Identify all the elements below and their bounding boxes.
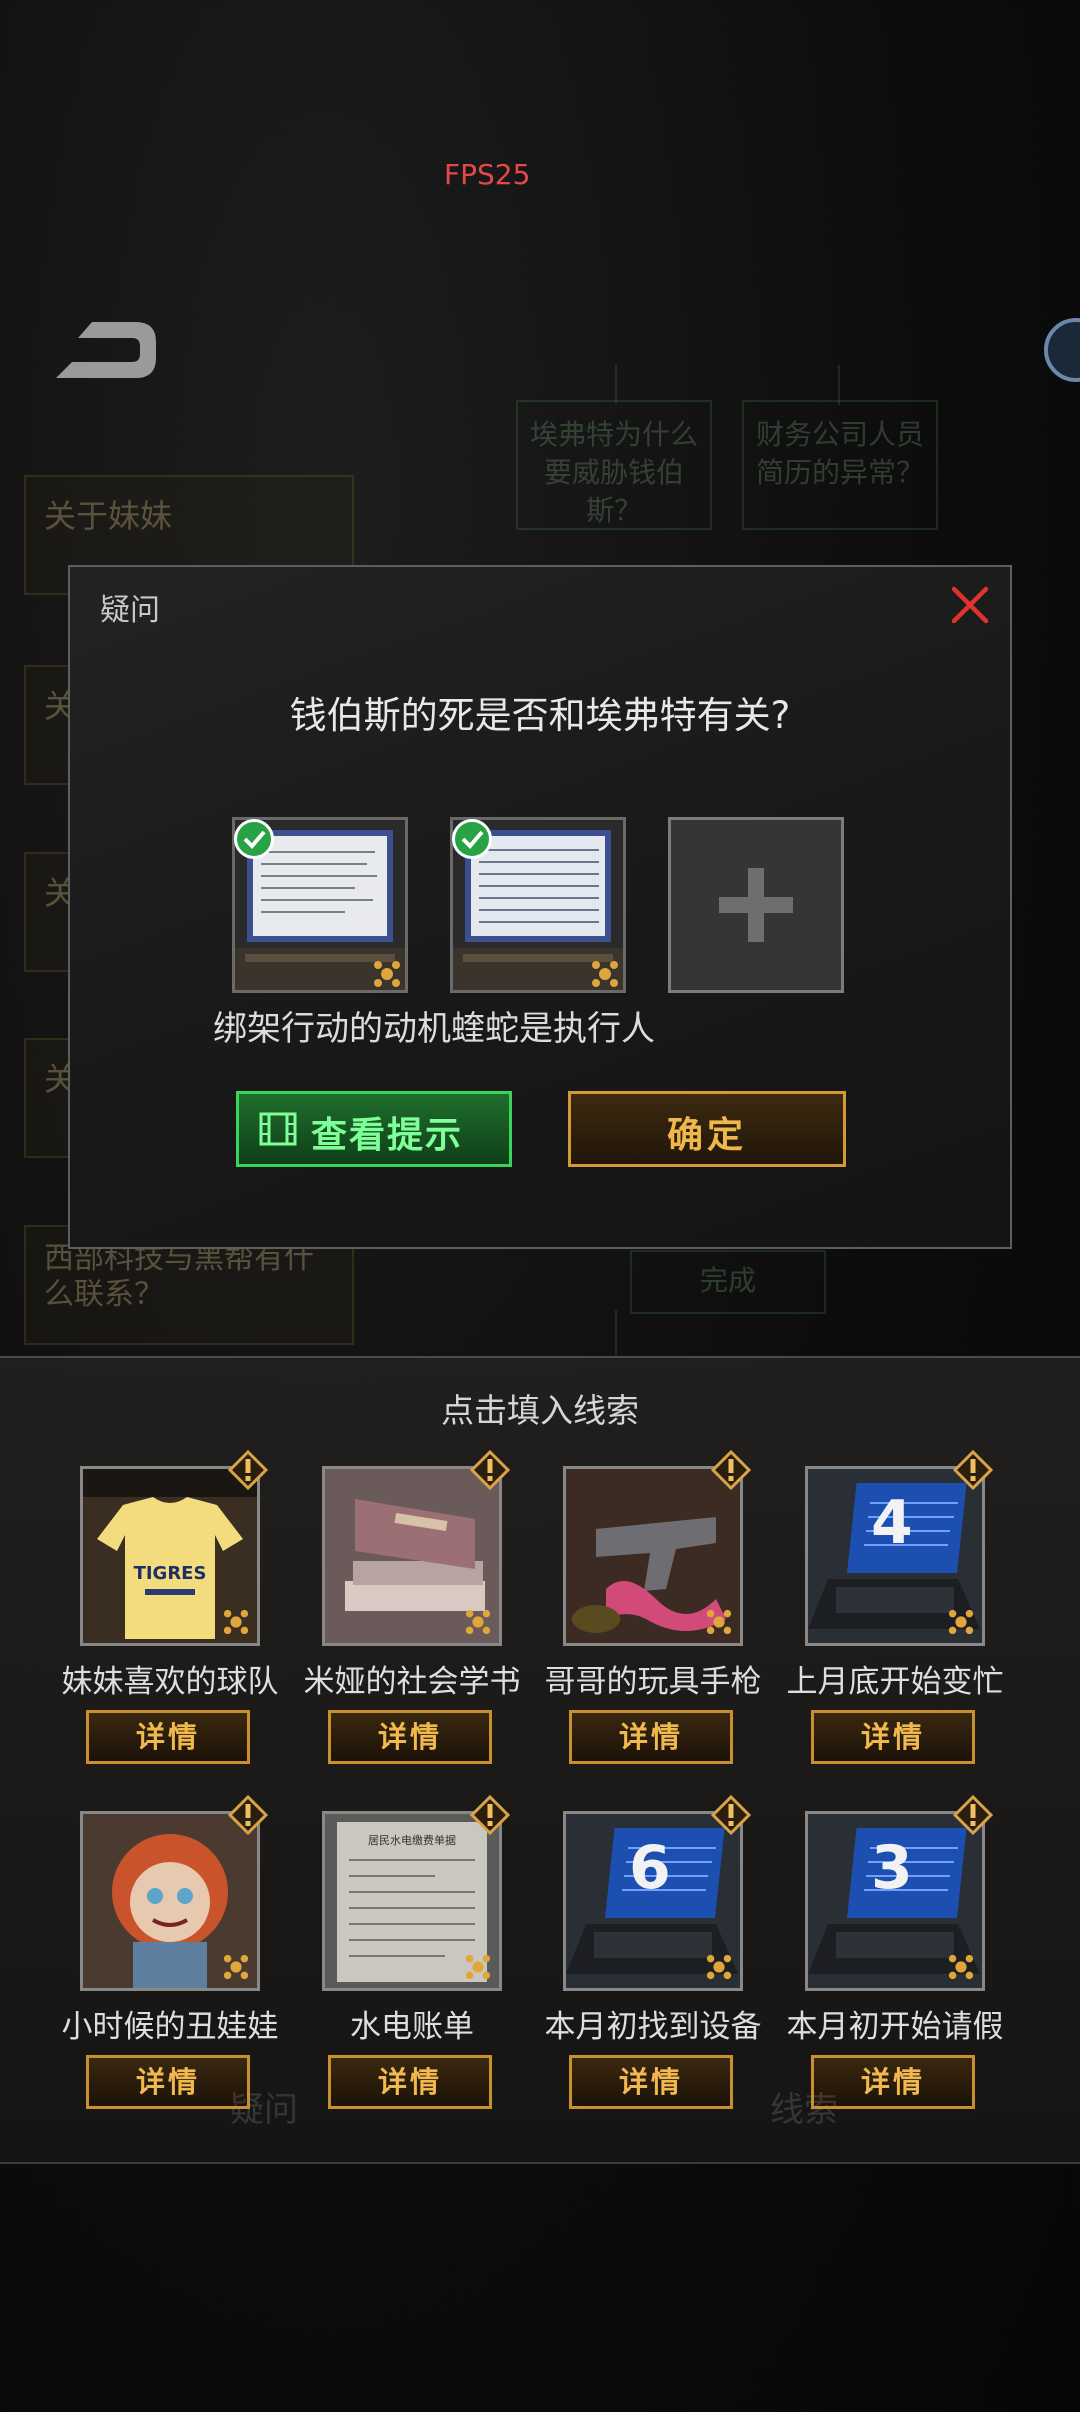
detail-button[interactable]: 详情 [569,2055,733,2109]
detail-button[interactable]: 详情 [328,2055,492,2109]
clue-panel-title: 点击填入线索 [441,1391,639,1430]
confirm-button[interactable]: 确定 [568,1091,846,1167]
clue-mark-icon [706,1954,732,1980]
bg-connector [838,365,840,405]
svg-text:居民水电缴费单据: 居民水电缴费单据 [368,1833,456,1847]
clue-name: 上月底开始变忙 [786,1664,1004,1700]
detail-button-label: 详情 [860,1720,925,1754]
detail-button[interactable]: 详情 [569,1710,733,1764]
avatar[interactable] [1044,318,1080,382]
alert-icon [711,1795,751,1835]
confirm-label: 确定 [666,1115,747,1156]
clue-name: 本月初开始请假 [786,2009,1004,2045]
clue-mark-icon [374,961,400,987]
alert-icon [470,1795,510,1835]
question-dialog: 疑问 钱伯斯的死是否和埃弗特有关? 绑架行动的动机蝰蛇是执行人 查看提示 确定 [68,565,1012,1249]
clue-name: 哥哥的玩具手枪 [544,1664,762,1700]
answer-slot-empty[interactable] [668,817,844,993]
clue-name: 米娅的社会学书 [303,1664,521,1700]
close-icon[interactable] [948,583,992,627]
clue-mark-icon [948,1954,974,1980]
detail-button[interactable]: 详情 [86,2055,250,2109]
clue-mark-icon [465,1954,491,1980]
detail-button-label: 详情 [135,2065,200,2099]
video-icon [259,1112,297,1146]
svg-text:TIGRES: TIGRES [134,1563,207,1584]
detail-button[interactable]: 详情 [811,1710,975,1764]
alert-icon [228,1795,268,1835]
bg-connector [615,1310,617,1360]
clue-number: 6 [629,1833,671,1903]
view-hint-button[interactable]: 查看提示 [236,1091,512,1167]
bg-connector [615,365,617,405]
detail-button-label: 详情 [135,1720,200,1754]
clue-mark-icon [706,1609,732,1635]
detail-button-label: 详情 [618,2065,683,2099]
selected-clues-text: 绑架行动的动机蝰蛇是执行人 [213,1009,655,1049]
dialog-title: 疑问 [100,593,160,628]
bg-complete-node: 完成 [630,1250,826,1314]
bg-tab-questions: 疑问 [230,2090,298,2130]
bg-tab-clues: 线索 [770,2090,838,2130]
back-icon[interactable] [52,318,162,382]
clue-number: 3 [871,1833,913,1903]
detail-button-label: 详情 [618,1720,683,1754]
alert-icon [228,1450,268,1490]
check-icon [452,819,492,859]
bg-question-node: 埃弗特为什么要威胁钱伯斯？ [516,400,712,530]
question-text: 钱伯斯的死是否和埃弗特有关? [289,694,791,737]
detail-button-label: 详情 [377,2065,442,2099]
clue-mark-icon [948,1609,974,1635]
clue-panel: 点击填入线索 TIGRES 妹妹喜欢的球队 详情 米娅的社会学书 详情 哥哥的玩具手… [0,1356,1080,2164]
clue-mark-icon [223,1609,249,1635]
alert-icon [711,1450,751,1490]
detail-button-label: 详情 [377,1720,442,1754]
clue-mark-icon [465,1609,491,1635]
clue-name: 妹妹喜欢的球队 [61,1664,279,1700]
clue-name: 本月初找到设备 [544,2009,762,2045]
clue-mark-icon [592,961,618,987]
clue-number: 4 [871,1488,913,1558]
view-hint-label: 查看提示 [311,1115,464,1156]
clue-mark-icon [223,1954,249,1980]
bg-question-node: 财务公司人员简历的异常？ [742,400,938,530]
detail-button[interactable]: 详情 [86,1710,250,1764]
alert-icon [470,1450,510,1490]
check-icon [234,819,274,859]
clue-name: 小时候的丑娃娃 [61,2009,279,2045]
clue-name: 水电账单 [350,2009,474,2045]
plus-icon [719,868,793,942]
fps-counter: FPS25 [444,158,531,191]
alert-icon [953,1795,993,1835]
detail-button[interactable]: 详情 [328,1710,492,1764]
alert-icon [953,1450,993,1490]
